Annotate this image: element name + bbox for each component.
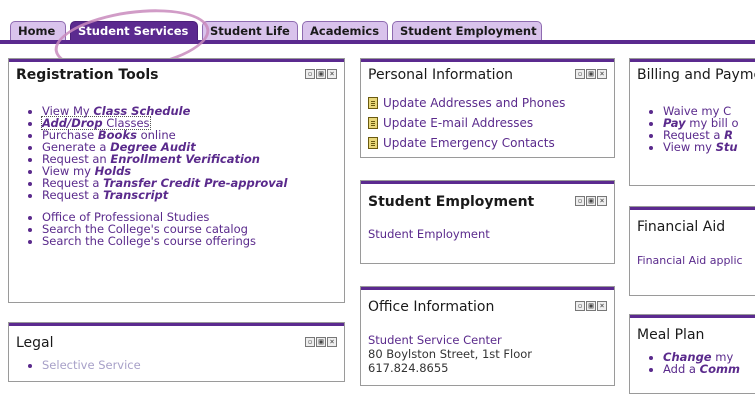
tab-student-employment-label: Student Employment (400, 24, 537, 38)
portlet-header: Billing and Payments (630, 59, 755, 85)
portlet-header: Financial Aid (630, 207, 755, 235)
portlet-header: Student Employment ▫ ▣ × (361, 181, 614, 210)
document-icon (368, 137, 378, 149)
office-address: 80 Boylston Street, 1st Floor (368, 347, 533, 361)
portlet-header: Personal Information ▫ ▣ × (361, 59, 614, 85)
portlet-controls: ▫ ▣ × (575, 69, 607, 79)
minimize-icon[interactable]: ▫ (305, 337, 315, 347)
portlet-header: Legal ▫ ▣ × (9, 323, 344, 351)
link-financial-aid[interactable]: Financial Aid applic (637, 254, 743, 267)
portlet-title: Registration Tools (16, 67, 159, 83)
link-emphasis: Comm (699, 362, 740, 376)
link-text: View my (663, 140, 716, 154)
close-icon[interactable]: × (327, 337, 337, 347)
maximize-icon[interactable]: ▣ (586, 69, 596, 79)
portlet-financial-aid: Financial Aid Financial Aid applic (629, 206, 755, 296)
close-icon[interactable]: × (597, 196, 607, 206)
minimize-icon[interactable]: ▫ (575, 301, 585, 311)
portlet-office-information: Office Information ▫ ▣ × Student Service… (360, 286, 615, 386)
meal-link-1[interactable]: Add a Comm (663, 363, 755, 375)
link-update-email[interactable]: Update E-mail Addresses (368, 113, 607, 133)
registration-links: View My Class ScheduleAdd/Drop ClassesPu… (29, 105, 337, 201)
link-student-service-center[interactable]: Student Service Center (368, 333, 607, 347)
portlet-controls: ▫ ▣ × (305, 69, 337, 79)
portlet-billing-payments: Billing and Payments Waive my CPay my bi… (629, 58, 755, 186)
link-emphasis: Enrollment Verification (110, 152, 260, 166)
portlet-header: Registration Tools ▫ ▣ × (9, 59, 344, 85)
portlet-header: Meal Plan (630, 315, 755, 343)
portlet-body: Student Employment (368, 227, 607, 241)
link-emphasis: Stu (715, 140, 738, 154)
link-update-emergency-contacts[interactable]: Update Emergency Contacts (368, 133, 607, 153)
link-text: Add a (663, 362, 700, 376)
close-icon[interactable]: × (597, 69, 607, 79)
portlet-title: Personal Information (368, 67, 514, 83)
link-text: Request a (42, 188, 104, 202)
portlet-controls: ▫ ▣ × (575, 196, 607, 206)
tab-student-employment[interactable]: Student Employment (392, 21, 542, 40)
portlet-body: Selective Service (29, 359, 337, 371)
portlet-meal-plan: Meal Plan Change myAdd a Comm (629, 314, 755, 394)
portlet-body: Change myAdd a Comm (650, 351, 755, 375)
tab-academics[interactable]: Academics (302, 21, 388, 40)
portlet-title: Financial Aid (637, 219, 726, 235)
portlet-body: Update Addresses and Phones Update E-mai… (368, 93, 607, 153)
meal-plan-links: Change myAdd a Comm (650, 351, 755, 375)
billing-links: Waive my CPay my bill oRequest a RView m… (650, 105, 755, 153)
tab-student-life[interactable]: Student Life (202, 21, 298, 40)
portlet-title: Legal (16, 335, 54, 351)
link-text: Update Addresses and Phones (383, 96, 566, 110)
tab-student-life-label: Student Life (210, 24, 290, 38)
link-selective-service[interactable]: Selective Service (42, 359, 337, 371)
portlet-title: Student Employment (368, 194, 535, 210)
office-phone: 617.824.8655 (368, 361, 449, 375)
portlet-title: Meal Plan (637, 327, 705, 343)
document-icon (368, 97, 378, 109)
document-icon (368, 117, 378, 129)
portlet-registration-tools: Registration Tools ▫ ▣ × View My Class S… (8, 58, 345, 303)
link-text: Update E-mail Addresses (383, 116, 534, 130)
registration-link-7[interactable]: Request a Transcript (42, 189, 337, 201)
maximize-icon[interactable]: ▣ (586, 301, 596, 311)
tab-academics-label: Academics (310, 24, 380, 38)
link-update-addresses[interactable]: Update Addresses and Phones (368, 93, 607, 113)
portlet-body: Student Service Center 80 Boylston Stree… (368, 333, 607, 375)
link-text: Selective Service (42, 358, 141, 372)
close-icon[interactable]: × (327, 69, 337, 79)
tab-home-label: Home (18, 24, 56, 38)
registration-extra-links: Office of Professional StudiesSearch the… (29, 211, 337, 247)
portlet-legal: Legal ▫ ▣ × Selective Service (8, 322, 345, 382)
portlet-student-employment: Student Employment ▫ ▣ × Student Employm… (360, 180, 615, 264)
registration-extra-link-2[interactable]: Search the College's course offerings (42, 235, 337, 247)
tab-home[interactable]: Home (10, 21, 66, 40)
portlet-title: Billing and Payments (637, 67, 755, 83)
portlet-personal-information: Personal Information ▫ ▣ × Update Addres… (360, 58, 615, 158)
link-text: Search the College's course offerings (42, 234, 257, 248)
portlet-controls: ▫ ▣ × (305, 337, 337, 347)
maximize-icon[interactable]: ▣ (586, 196, 596, 206)
portlet-body: Financial Aid applic (637, 253, 755, 267)
maximize-icon[interactable]: ▣ (316, 69, 326, 79)
billing-link-3[interactable]: View my Stu (663, 141, 755, 153)
portlet-title: Office Information (368, 299, 495, 315)
minimize-icon[interactable]: ▫ (575, 196, 585, 206)
link-emphasis: Transcript (103, 188, 169, 202)
minimize-icon[interactable]: ▫ (575, 69, 585, 79)
close-icon[interactable]: × (597, 301, 607, 311)
portlet-body: Waive my CPay my bill oRequest a RView m… (650, 105, 755, 153)
portlet-header: Office Information ▫ ▣ × (361, 287, 614, 315)
link-text: Update Emergency Contacts (383, 136, 555, 150)
link-student-employment[interactable]: Student Employment (368, 227, 490, 241)
portlet-controls: ▫ ▣ × (575, 301, 607, 311)
portlet-body: View My Class ScheduleAdd/Drop ClassesPu… (29, 105, 337, 247)
maximize-icon[interactable]: ▣ (316, 337, 326, 347)
minimize-icon[interactable]: ▫ (305, 69, 315, 79)
